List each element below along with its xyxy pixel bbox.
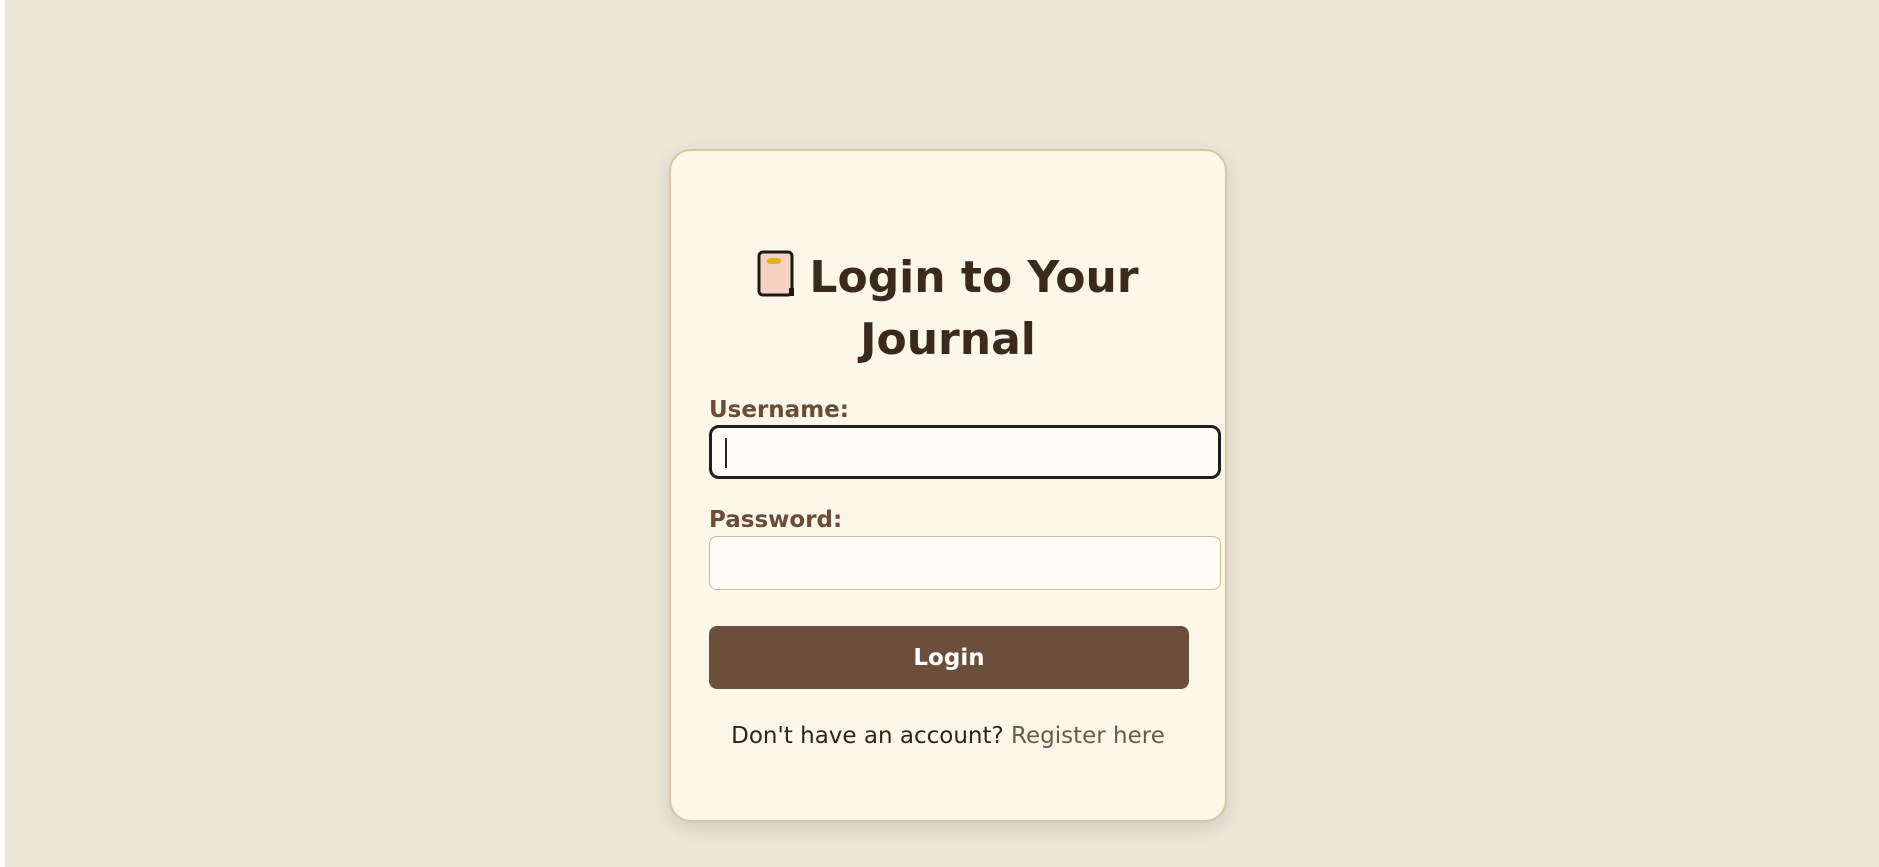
register-prompt: Don't have an account? Register here [671, 721, 1225, 751]
text-caret [725, 438, 727, 468]
page-title: Login to Your Journal [671, 247, 1225, 371]
register-link[interactable]: Register here [1011, 723, 1165, 749]
title-line-2: Journal [860, 314, 1036, 365]
page-edge [0, 0, 5, 867]
title-text-1: Login to Your [809, 252, 1139, 303]
journal-notebook-icon [757, 250, 795, 297]
password-input[interactable] [709, 536, 1221, 590]
login-button[interactable]: Login [709, 626, 1189, 689]
login-card: Login to Your Journal Username: Password… [669, 149, 1227, 822]
register-prompt-text: Don't have an account? [731, 723, 1004, 749]
username-label: Username: [709, 397, 849, 423]
title-line-1: Login to Your [671, 247, 1225, 309]
username-input[interactable] [709, 425, 1221, 479]
password-label: Password: [709, 507, 843, 533]
